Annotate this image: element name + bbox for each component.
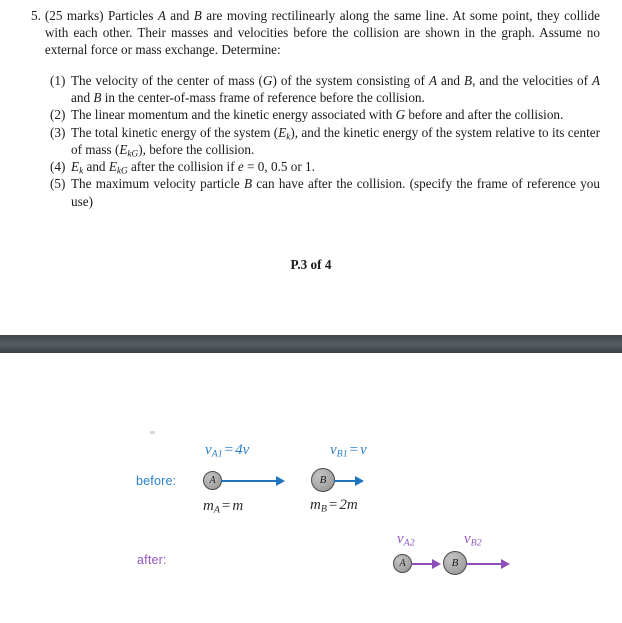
sub-item-1-marker: (1)	[50, 72, 66, 88]
before-particle-b-velocity-arrow	[334, 472, 374, 489]
after-particle-a: A	[393, 554, 412, 573]
before-particle-b-mass-label: mB = 2m	[310, 497, 358, 515]
sub-item-3-marker: (3)	[50, 124, 66, 140]
sub-item-4-marker: (4)	[50, 159, 66, 175]
after-row-label: after:	[137, 553, 167, 567]
sub-item-3-text: The total kinetic energy of the system (…	[71, 124, 600, 159]
after-particle-b: B	[443, 551, 467, 575]
sub-item-5-marker: (5)	[50, 176, 66, 192]
before-particle-a: A	[203, 471, 222, 490]
sub-item-1: (1) The velocity of the center of mass (…	[50, 72, 600, 107]
page-divider-band	[0, 335, 622, 353]
sub-item-2: (2) The linear momentum and the kinetic …	[50, 106, 600, 123]
before-row-label: before:	[136, 474, 177, 488]
question-block: 5. (25 marks) Particles A and B are movi…	[0, 0, 622, 210]
after-particle-b-velocity-arrow	[466, 555, 512, 572]
before-particle-b: B	[311, 468, 335, 492]
sub-item-2-text: The linear momentum and the kinetic ener…	[71, 107, 564, 123]
question-number: 5.	[31, 8, 41, 23]
before-particle-a-mass-label: mA = m	[203, 498, 244, 516]
sub-item-4: (4) Ek and EkG after the collision if e …	[50, 158, 600, 175]
before-particle-a-velocity-arrow	[221, 472, 285, 489]
sub-item-4-text: Ek and EkG after the collision if e = 0,…	[71, 159, 315, 176]
after-particle-a-velocity-label: vA2	[397, 531, 415, 549]
sub-item-5-text: The maximum velocity particle B can have…	[71, 176, 600, 209]
question-intro-text: (25 marks) Particles A and B are moving …	[44, 8, 601, 58]
sub-item-3: (3) The total kinetic energy of the syst…	[50, 124, 600, 159]
sub-item-5: (5) The maximum velocity particle B can …	[50, 175, 600, 210]
sub-item-1-text: The velocity of the center of mass (G) o…	[71, 72, 601, 105]
after-particle-b-velocity-label: vB2	[464, 531, 482, 549]
collision-diagram: before: vA1 = 4v A mA = m vB1 = v B mB = 2m afte…	[0, 353, 622, 623]
question-main-paragraph: 5. (25 marks) Particles A and B are movi…	[0, 7, 622, 59]
before-particle-b-velocity-label: vB1 = v	[330, 442, 367, 460]
sub-item-2-marker: (2)	[50, 107, 66, 123]
question-sub-list: (1) The velocity of the center of mass (…	[0, 72, 622, 210]
page-marker: P.3 of 4	[290, 257, 332, 272]
before-particle-a-velocity-label: vA1 = 4v	[205, 442, 250, 460]
scan-artifact-speck	[150, 431, 155, 434]
